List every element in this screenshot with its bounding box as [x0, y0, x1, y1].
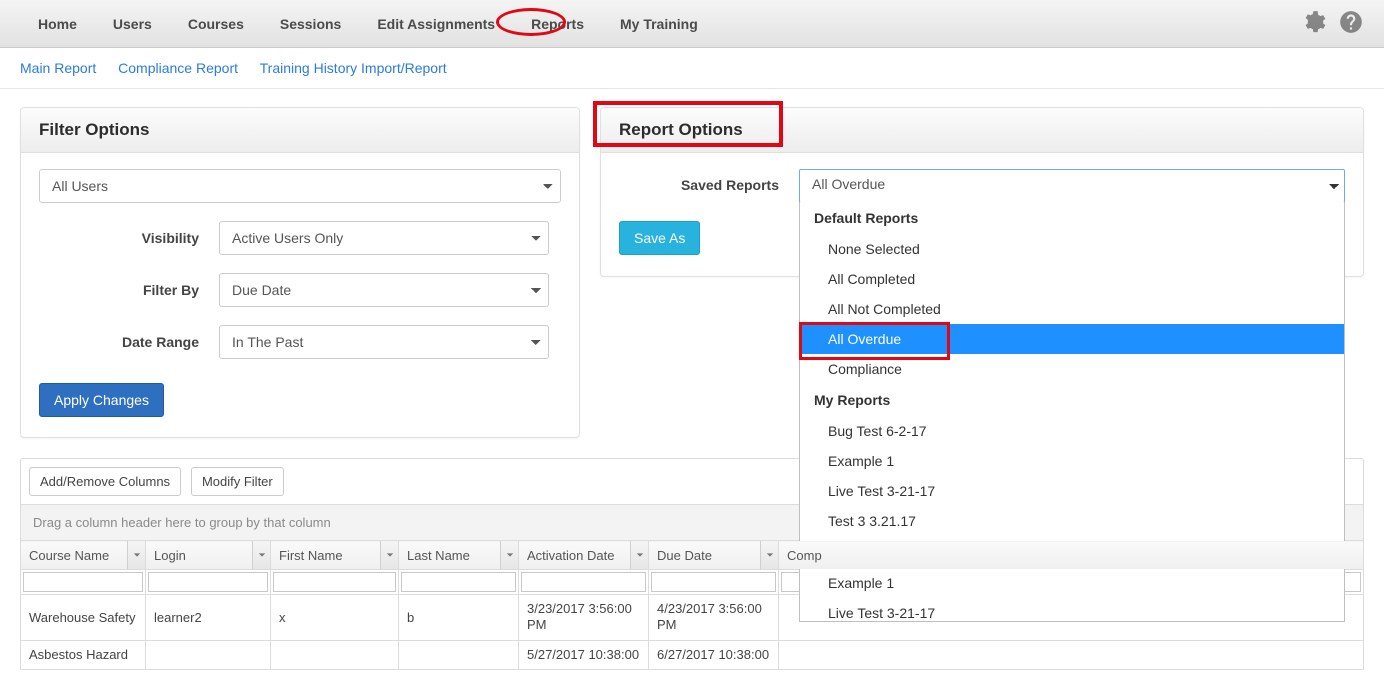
col-due-date[interactable]: Due Date: [649, 541, 779, 570]
cell-due: 4/23/2017 3:56:00 PM: [649, 595, 779, 641]
nav-sessions[interactable]: Sessions: [262, 0, 359, 48]
cell-course: Asbestos Hazard: [21, 640, 146, 669]
subnav-training-history[interactable]: Training History Import/Report: [260, 60, 447, 76]
col-login[interactable]: Login: [146, 541, 271, 570]
saved-reports-label: Saved Reports: [619, 169, 799, 193]
dropdown-item-live-test-my[interactable]: Live Test 3-21-17: [800, 476, 1344, 506]
report-options-panel: Report Options Saved Reports All Overdue…: [600, 107, 1364, 277]
visibility-select[interactable]: Active Users Only: [219, 221, 549, 255]
chevron-down-icon[interactable]: [760, 541, 778, 569]
col-comp[interactable]: Comp: [779, 541, 1364, 570]
filter-last-name[interactable]: [401, 572, 516, 592]
nav-edit-assignments[interactable]: Edit Assignments: [359, 0, 513, 48]
filter-by-select[interactable]: Due Date: [219, 273, 549, 307]
chevron-down-icon[interactable]: [252, 541, 270, 569]
dropdown-item-all-not-completed[interactable]: All Not Completed: [800, 294, 1344, 324]
dropdown-item-none[interactable]: None Selected: [800, 234, 1344, 264]
cell-last: [399, 640, 519, 669]
nav-reports[interactable]: Reports: [513, 0, 602, 48]
cell-last: b: [399, 595, 519, 641]
cell-first: [271, 640, 399, 669]
sub-nav: Main Report Compliance Report Training H…: [0, 48, 1384, 89]
dropdown-group-my: My Reports: [800, 384, 1344, 416]
dropdown-item-all-overdue[interactable]: All Overdue: [800, 324, 1344, 354]
apply-changes-button[interactable]: Apply Changes: [39, 383, 164, 417]
cell-login: [146, 640, 271, 669]
chevron-down-icon[interactable]: [630, 541, 648, 569]
col-last-name[interactable]: Last Name: [399, 541, 519, 570]
col-first-name[interactable]: First Name: [271, 541, 399, 570]
filter-course-name[interactable]: [23, 572, 143, 592]
cell-course: Warehouse Safety: [21, 595, 146, 641]
help-icon[interactable]: [1338, 9, 1364, 38]
modify-filter-button[interactable]: Modify Filter: [191, 467, 284, 496]
cell-first: x: [271, 595, 399, 641]
dropdown-group-default: Default Reports: [800, 202, 1344, 234]
filter-activation-date[interactable]: [521, 572, 646, 592]
filter-first-name[interactable]: [273, 572, 396, 592]
saved-reports-select[interactable]: All Overdue: [799, 169, 1345, 203]
add-remove-columns-button[interactable]: Add/Remove Columns: [29, 467, 181, 496]
dropdown-item-test3[interactable]: Test 3 3.21.17: [800, 506, 1344, 536]
dropdown-item-bug-test[interactable]: Bug Test 6-2-17: [800, 416, 1344, 446]
chevron-down-icon[interactable]: [127, 541, 145, 569]
subnav-compliance-report[interactable]: Compliance Report: [118, 60, 238, 76]
filter-options-title: Filter Options: [21, 108, 579, 153]
gear-icon[interactable]: [1300, 9, 1326, 38]
subnav-main-report[interactable]: Main Report: [20, 60, 96, 76]
filter-options-panel: Filter Options All Users Visibility Acti…: [20, 107, 580, 438]
report-options-title: Report Options: [601, 108, 1363, 153]
dropdown-item-example1-my[interactable]: Example 1: [800, 446, 1344, 476]
cell-comp: [779, 640, 1364, 669]
dropdown-item-all-completed[interactable]: All Completed: [800, 264, 1344, 294]
user-scope-select[interactable]: All Users: [39, 169, 561, 203]
cell-activation: 5/27/2017 10:38:00: [519, 640, 649, 669]
nav-courses[interactable]: Courses: [170, 0, 262, 48]
col-course-name[interactable]: Course Name: [21, 541, 146, 570]
date-range-label: Date Range: [39, 334, 219, 350]
nav-users[interactable]: Users: [95, 0, 170, 48]
date-range-select[interactable]: In The Past: [219, 325, 549, 359]
col-activation-date[interactable]: Activation Date: [519, 541, 649, 570]
chevron-down-icon[interactable]: [500, 541, 518, 569]
chevron-down-icon[interactable]: [380, 541, 398, 569]
visibility-label: Visibility: [39, 230, 219, 246]
cell-activation: 3/23/2017 3:56:00 PM: [519, 595, 649, 641]
table-row[interactable]: Asbestos Hazard 5/27/2017 10:38:00 6/27/…: [21, 640, 1364, 669]
cell-due: 6/27/2017 10:38:00: [649, 640, 779, 669]
filter-due-date[interactable]: [651, 572, 776, 592]
save-as-button[interactable]: Save As: [619, 221, 700, 255]
top-nav: Home Users Courses Sessions Edit Assignm…: [0, 0, 1384, 48]
cell-login: learner2: [146, 595, 271, 641]
nav-my-training[interactable]: My Training: [602, 0, 716, 48]
filter-by-label: Filter By: [39, 282, 219, 298]
dropdown-item-example1-public[interactable]: Example 1: [800, 568, 1344, 598]
table-header-row: Course Name Login First Name Last Name A…: [21, 541, 1364, 570]
filter-login[interactable]: [148, 572, 268, 592]
nav-home[interactable]: Home: [20, 0, 95, 48]
dropdown-item-live-test-public[interactable]: Live Test 3-21-17: [800, 598, 1344, 628]
